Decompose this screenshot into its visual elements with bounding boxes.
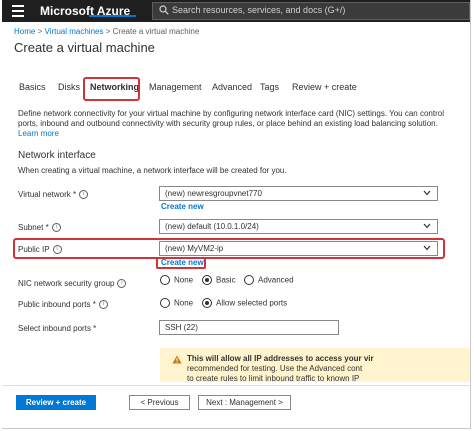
tab-tags[interactable]: Tags bbox=[260, 82, 279, 92]
nic-nsg-option-advanced[interactable]: Advanced bbox=[244, 275, 294, 285]
subnet-label: Subnet * i bbox=[18, 223, 61, 233]
network-interface-subtext: When creating a virtual machine, a netwo… bbox=[18, 166, 287, 175]
description-line: ports, inbound and outbound connectivity… bbox=[18, 119, 438, 128]
chevron-down-icon bbox=[423, 190, 431, 196]
radio-circle bbox=[160, 298, 170, 308]
info-icon[interactable]: i bbox=[51, 223, 61, 233]
select-inbound-ports-label-text: Select inbound ports * bbox=[18, 324, 97, 333]
public-inbound-ports-label-text: Public inbound ports * bbox=[18, 300, 96, 309]
networking-tab-highlight bbox=[83, 77, 140, 101]
breadcrumb-separator: > bbox=[37, 27, 43, 36]
nic-nsg-option-basic[interactable]: Basic bbox=[202, 275, 236, 285]
radio-circle bbox=[160, 275, 170, 285]
search-icon bbox=[159, 5, 169, 15]
subnet-dropdown[interactable]: (new) default (10.0.1.0/24) bbox=[159, 219, 438, 234]
radio-label: None bbox=[174, 275, 194, 285]
info-icon[interactable]: i bbox=[117, 279, 127, 289]
nic-nsg-label: NIC network security group i bbox=[18, 279, 127, 289]
virtual-network-label: Virtual network * i bbox=[18, 190, 89, 200]
select-inbound-ports-label: Select inbound ports * bbox=[18, 324, 96, 333]
warning-text: recommended for testing. Use the Advance… bbox=[187, 364, 363, 373]
select-inbound-ports-value: SSH (22) bbox=[165, 323, 198, 332]
warning-icon bbox=[172, 355, 182, 364]
active-tab-underline bbox=[89, 15, 136, 17]
breadcrumb-current: Create a virtual machine bbox=[112, 27, 200, 36]
azure-portal-window: Microsoft Azure Search resources, servic… bbox=[2, 0, 471, 429]
tab-basics[interactable]: Basics bbox=[19, 82, 46, 92]
previous-button[interactable]: < Previous bbox=[129, 395, 190, 410]
search-placeholder: Search resources, services, and docs (G+… bbox=[172, 5, 346, 15]
top-bar: Microsoft Azure Search resources, servic… bbox=[2, 0, 470, 22]
radio-circle-selected bbox=[202, 275, 212, 285]
info-icon[interactable]: i bbox=[79, 190, 89, 200]
breadcrumb: Home > Virtual machines > Create a virtu… bbox=[14, 27, 199, 36]
nic-nsg-option-none[interactable]: None bbox=[160, 275, 193, 285]
warning-message-bar: This will allow all IP addresses to acce… bbox=[160, 348, 470, 383]
nic-nsg-label-text: NIC network security group bbox=[18, 279, 115, 288]
select-inbound-ports-dropdown[interactable]: SSH (22) bbox=[159, 320, 339, 335]
page-title: Create a virtual machine bbox=[14, 40, 155, 55]
public-ip-highlight bbox=[13, 238, 445, 259]
networking-description: Define network connectivity for your vir… bbox=[18, 109, 458, 139]
breadcrumb-separator: > bbox=[105, 27, 111, 36]
menu-icon[interactable] bbox=[12, 5, 24, 17]
tab-review-create[interactable]: Review + create bbox=[292, 82, 357, 92]
info-icon[interactable]: i bbox=[98, 300, 108, 310]
breadcrumb-virtual-machines[interactable]: Virtual machines bbox=[44, 27, 103, 36]
next-management-button[interactable]: Next : Management > bbox=[198, 395, 291, 410]
radio-label: Advanced bbox=[258, 275, 294, 285]
radio-circle bbox=[244, 275, 254, 285]
warning-text: to create rules to limit inbound traffic… bbox=[187, 374, 360, 383]
tab-advanced[interactable]: Advanced bbox=[212, 82, 252, 92]
virtual-network-value: (new) newresgroupvnet770 bbox=[165, 189, 262, 198]
subnet-label-text: Subnet * bbox=[18, 223, 49, 232]
inbound-ports-option-none[interactable]: None bbox=[160, 298, 193, 308]
breadcrumb-home[interactable]: Home bbox=[14, 27, 35, 36]
virtual-network-dropdown[interactable]: (new) newresgroupvnet770 bbox=[159, 186, 438, 201]
create-new-vnet-link[interactable]: Create new bbox=[161, 202, 204, 211]
virtual-network-label-text: Virtual network * bbox=[18, 190, 77, 199]
description-line: Define network connectivity for your vir… bbox=[18, 109, 444, 118]
warning-text: This will allow all IP addresses to acce… bbox=[187, 354, 374, 363]
review-create-button[interactable]: Review + create bbox=[16, 395, 96, 410]
radio-circle-selected bbox=[202, 298, 212, 308]
radio-label: Basic bbox=[216, 275, 236, 285]
public-inbound-ports-label: Public inbound ports * i bbox=[18, 300, 108, 310]
tab-management[interactable]: Management bbox=[149, 82, 202, 92]
inbound-ports-option-allow-selected[interactable]: Allow selected ports bbox=[202, 298, 287, 308]
learn-more-link[interactable]: Learn more bbox=[18, 129, 458, 139]
tab-disks[interactable]: Disks bbox=[58, 82, 80, 92]
chevron-down-icon bbox=[423, 223, 431, 229]
footer-action-bar: Review + create < Previous Next : Manage… bbox=[2, 385, 470, 428]
network-interface-heading: Network interface bbox=[18, 150, 96, 161]
subnet-value: (new) default (10.0.1.0/24) bbox=[165, 222, 259, 231]
radio-label: None bbox=[174, 298, 194, 308]
create-new-highlight bbox=[156, 257, 206, 269]
search-box[interactable]: Search resources, services, and docs (G+… bbox=[152, 2, 470, 20]
radio-label: Allow selected ports bbox=[216, 298, 288, 308]
